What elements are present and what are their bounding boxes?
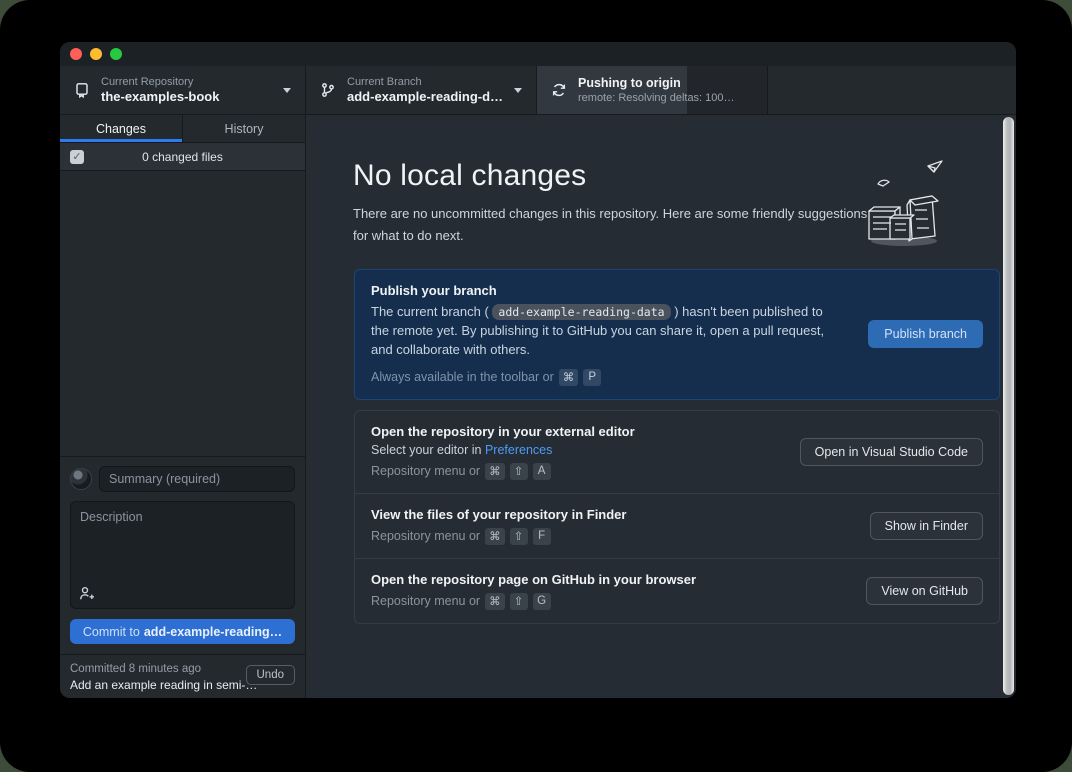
cmd-key: ⌘ bbox=[485, 593, 505, 610]
suggestion-subtext: Select your editor in Preferences bbox=[371, 443, 784, 457]
cmd-key: ⌘ bbox=[485, 528, 505, 545]
close-button[interactable] bbox=[70, 48, 82, 60]
sidebar-tabs: Changes History bbox=[60, 115, 305, 143]
repo-selector-value: the-examples-book bbox=[101, 89, 275, 105]
changed-files-count: 0 changed files bbox=[60, 150, 305, 164]
suggestions-card: Open the repository in your external edi… bbox=[354, 410, 1000, 624]
sidebar: Changes History ✓ 0 changed files bbox=[60, 115, 306, 698]
push-title: Pushing to origin bbox=[578, 75, 753, 91]
publish-shortcut-hint: Always available in the toolbar or ⌘ P bbox=[371, 369, 852, 386]
description-input[interactable] bbox=[71, 502, 294, 582]
suggestion-open-editor: Open the repository in your external edi… bbox=[355, 411, 999, 493]
publish-card-title: Publish your branch bbox=[371, 283, 852, 298]
suggestion-title: Open the repository in your external edi… bbox=[371, 424, 784, 439]
toolbar: Current Repository the-examples-book Cur… bbox=[60, 66, 1016, 115]
show-in-finder-button[interactable]: Show in Finder bbox=[870, 512, 983, 540]
publish-card-body: The current branch ( add-example-reading… bbox=[371, 303, 836, 360]
main-content: No local changes There are no uncommitte… bbox=[306, 115, 1016, 698]
view-on-github-button[interactable]: View on GitHub bbox=[866, 577, 983, 605]
zoom-button[interactable] bbox=[110, 48, 122, 60]
push-subtitle: remote: Resolving deltas: 100… bbox=[578, 91, 753, 105]
sync-icon bbox=[551, 82, 567, 98]
suggestion-view-on-github: Open the repository page on GitHub in yo… bbox=[355, 558, 999, 623]
last-commit-bar: Committed 8 minutes ago Add an example r… bbox=[60, 654, 305, 698]
publish-branch-button[interactable]: Publish branch bbox=[868, 320, 983, 348]
current-repository-selector[interactable]: Current Repository the-examples-book bbox=[60, 66, 306, 114]
add-coauthor-icon[interactable] bbox=[79, 586, 96, 601]
description-box bbox=[70, 501, 295, 609]
p-key: P bbox=[583, 369, 601, 386]
suggestion-shortcut: Repository menu or ⌘ ⇧ F bbox=[371, 528, 854, 545]
current-branch-selector[interactable]: Current Branch add-example-reading-d… bbox=[306, 66, 537, 114]
push-to-origin-button[interactable]: Pushing to origin remote: Resolving delt… bbox=[537, 66, 768, 114]
suggestion-title: Open the repository page on GitHub in yo… bbox=[371, 572, 850, 587]
avatar bbox=[70, 468, 92, 490]
page-subtitle: There are no uncommitted changes in this… bbox=[353, 203, 868, 247]
changes-list-empty-area bbox=[60, 171, 305, 456]
g-key: G bbox=[533, 593, 551, 610]
suggestion-shortcut: Repository menu or ⌘ ⇧ A bbox=[371, 463, 784, 480]
publish-branch-card: Publish your branch The current branch (… bbox=[354, 269, 1000, 400]
titlebar bbox=[60, 42, 1016, 66]
git-branch-icon bbox=[320, 82, 336, 98]
branch-name-chip: add-example-reading-data bbox=[492, 304, 670, 320]
f-key: F bbox=[533, 528, 551, 545]
commit-button[interactable]: Commit to add-example-reading… bbox=[70, 619, 295, 644]
suggestion-show-in-finder: View the files of your repository in Fin… bbox=[355, 493, 999, 558]
suggestion-shortcut: Repository menu or ⌘ ⇧ G bbox=[371, 593, 850, 610]
branch-selector-label: Current Branch bbox=[347, 76, 506, 89]
suggestion-title: View the files of your repository in Fin… bbox=[371, 507, 854, 522]
shift-key: ⇧ bbox=[510, 593, 528, 610]
shift-key: ⇧ bbox=[510, 528, 528, 545]
repo-icon bbox=[74, 82, 90, 98]
changes-checkbox[interactable]: ✓ bbox=[70, 150, 84, 164]
chevron-down-icon bbox=[283, 88, 291, 93]
undo-button[interactable]: Undo bbox=[246, 665, 296, 685]
tab-history[interactable]: History bbox=[182, 115, 305, 142]
preferences-link[interactable]: Preferences bbox=[485, 443, 552, 457]
summary-input[interactable] bbox=[99, 466, 295, 492]
branch-selector-value: add-example-reading-d… bbox=[347, 89, 506, 105]
tab-changes[interactable]: Changes bbox=[60, 115, 182, 142]
github-desktop-window: Current Repository the-examples-book Cur… bbox=[60, 42, 1016, 698]
cmd-key: ⌘ bbox=[559, 369, 579, 386]
no-changes-illustration bbox=[852, 158, 952, 250]
traffic-lights bbox=[70, 48, 122, 60]
a-key: A bbox=[533, 463, 551, 480]
chevron-down-icon bbox=[514, 88, 522, 93]
minimize-button[interactable] bbox=[90, 48, 102, 60]
shift-key: ⇧ bbox=[510, 463, 528, 480]
repo-selector-label: Current Repository bbox=[101, 76, 275, 89]
open-in-editor-button[interactable]: Open in Visual Studio Code bbox=[800, 438, 983, 466]
commit-form: Commit to add-example-reading… bbox=[60, 456, 305, 654]
changed-files-row: ✓ 0 changed files bbox=[60, 143, 305, 171]
no-changes-hero: No local changes There are no uncommitte… bbox=[353, 159, 1000, 247]
cmd-key: ⌘ bbox=[485, 463, 505, 480]
vertical-scrollbar[interactable] bbox=[1003, 117, 1014, 695]
